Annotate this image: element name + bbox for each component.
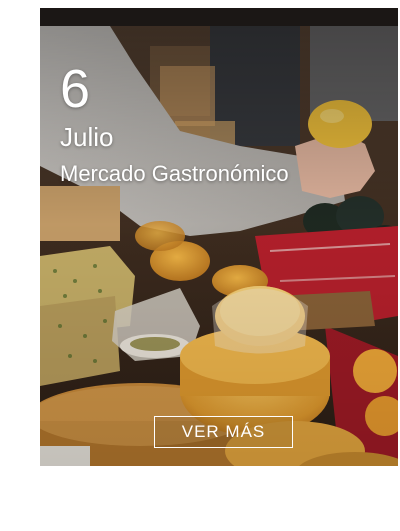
- market-cheese-photo: [40, 26, 398, 466]
- event-title: Mercado Gastronómico: [60, 161, 289, 186]
- card-top-band: [40, 8, 398, 26]
- event-month: Julio: [60, 122, 114, 152]
- event-card[interactable]: 6 Julio Mercado Gastronómico VER MÁS: [40, 8, 398, 466]
- event-day: 6: [60, 59, 92, 119]
- ver-mas-button[interactable]: VER MÁS: [154, 416, 293, 448]
